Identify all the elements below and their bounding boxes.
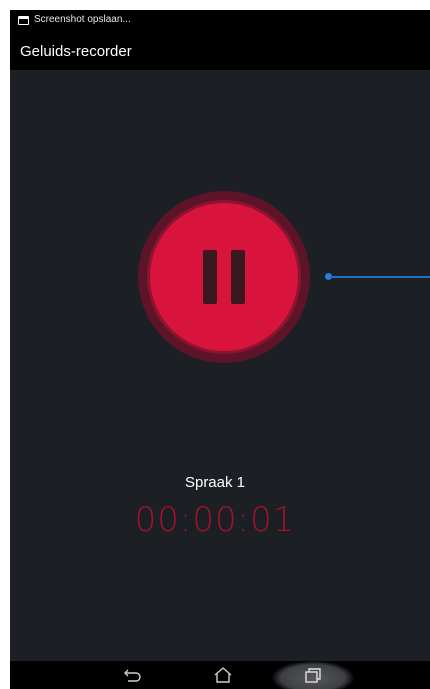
- screenshot-icon: [18, 16, 29, 25]
- app-title: Geluids-recorder: [20, 43, 132, 60]
- screen: Screenshot opslaan... Geluids-recorder: [10, 10, 430, 689]
- navigation-bar: [10, 661, 430, 689]
- recents-icon: [305, 668, 321, 683]
- back-icon: [124, 669, 141, 682]
- home-button[interactable]: [205, 661, 241, 689]
- elapsed-timer: 00:00:01: [134, 500, 296, 540]
- notification-text: Screenshot opslaan...: [34, 14, 131, 25]
- home-icon: [214, 667, 232, 683]
- status-bar: Screenshot opslaan...: [10, 10, 430, 34]
- pause-icon-bar: [231, 250, 245, 304]
- recents-button[interactable]: [272, 661, 354, 689]
- app-bar: Geluids-recorder: [10, 34, 430, 70]
- back-button[interactable]: [115, 661, 151, 689]
- recording-name: Spraak 1: [184, 474, 246, 491]
- pause-button[interactable]: [150, 203, 298, 351]
- waveform-marker-line: [330, 276, 430, 278]
- pause-icon: [203, 250, 217, 304]
